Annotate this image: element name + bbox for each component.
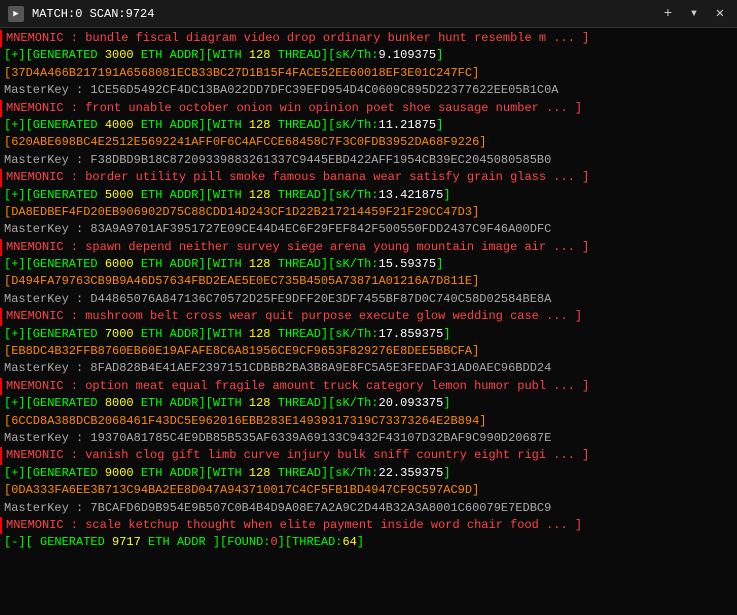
console-line: MasterKey : D44865076A847136C70572D25FE9… (0, 291, 737, 308)
console-line: MasterKey : F38DBD9B18C87209339883261337… (0, 152, 737, 169)
console-line: [6CCD8A388DCB2068461F43DC5E962016EBB283E… (0, 413, 737, 430)
console-line: MasterKey : 8FAD828B4E41AEF2397151CDBBB2… (0, 360, 737, 377)
console-line: [+][GENERATED 8000 ETH ADDR][WITH 128 TH… (0, 395, 737, 412)
console-line: [DA8EDBEF4FD20EB906902D75C88CDD14D243CF1… (0, 204, 737, 221)
console-line: MNEMONIC : option meat equal fragile amo… (0, 378, 737, 395)
console-line: MNEMONIC : spawn depend neither survey s… (0, 239, 737, 256)
console-line: MasterKey : 83A9A9701AF3951727E09CE44D4E… (0, 221, 737, 238)
console-line: [EB8DC4B32FFB8760EB60E19AFAFE8C6A81956CE… (0, 343, 737, 360)
console-line: [+][GENERATED 7000 ETH ADDR][WITH 128 TH… (0, 326, 737, 343)
console-line: MNEMONIC : scale ketchup thought when el… (0, 517, 737, 534)
console-line: MasterKey : 1CE56D5492CF4DC13BA022DD7DFC… (0, 82, 737, 99)
console-line: [+][GENERATED 3000 ETH ADDR][WITH 128 TH… (0, 47, 737, 64)
console-line: [D494FA79763CB9B9A46D57634FBD2EAE5E0EC73… (0, 273, 737, 290)
console-line: MNEMONIC : bundle fiscal diagram video d… (0, 30, 737, 47)
console-line: [+][GENERATED 9000 ETH ADDR][WITH 128 TH… (0, 465, 737, 482)
add-tab-button[interactable]: + (659, 5, 677, 23)
title-bar: ▶ MATCH:0 SCAN:9724 + ▾ ✕ (0, 0, 737, 28)
console-line: MNEMONIC : mushroom belt cross wear quit… (0, 308, 737, 325)
title-text: MATCH:0 SCAN:9724 (32, 7, 651, 21)
console-line: MasterKey : 7BCAFD6D9B954E9B507C0B4B4D9A… (0, 500, 737, 517)
console-line: [-][ GENERATED 9717 ETH ADDR ][FOUND:0][… (0, 534, 737, 551)
console-line: [+][GENERATED 4000 ETH ADDR][WITH 128 TH… (0, 117, 737, 134)
console-line: [37D4A466B217191A6568081ECB33BC27D1B15F4… (0, 65, 737, 82)
app-icon: ▶ (8, 6, 24, 22)
console-line: MasterKey : 19370A81785C4E9DB85B535AF633… (0, 430, 737, 447)
console-line: MNEMONIC : front unable october onion wi… (0, 100, 737, 117)
close-button[interactable]: ✕ (711, 5, 729, 23)
console-line: MNEMONIC : vanish clog gift limb curve i… (0, 447, 737, 464)
console-line: [+][GENERATED 6000 ETH ADDR][WITH 128 TH… (0, 256, 737, 273)
console-line: [620ABE698BC4E2512E5692241AFF0F6C4AFCCE6… (0, 134, 737, 151)
console-line: [+][GENERATED 5000 ETH ADDR][WITH 128 TH… (0, 187, 737, 204)
dropdown-button[interactable]: ▾ (685, 5, 703, 23)
console-line: MNEMONIC : border utility pill smoke fam… (0, 169, 737, 186)
console-line: [0DA333FA6EE3B713C94BA2EE8D047A943710017… (0, 482, 737, 499)
console-area: MNEMONIC : bundle fiscal diagram video d… (0, 28, 737, 615)
